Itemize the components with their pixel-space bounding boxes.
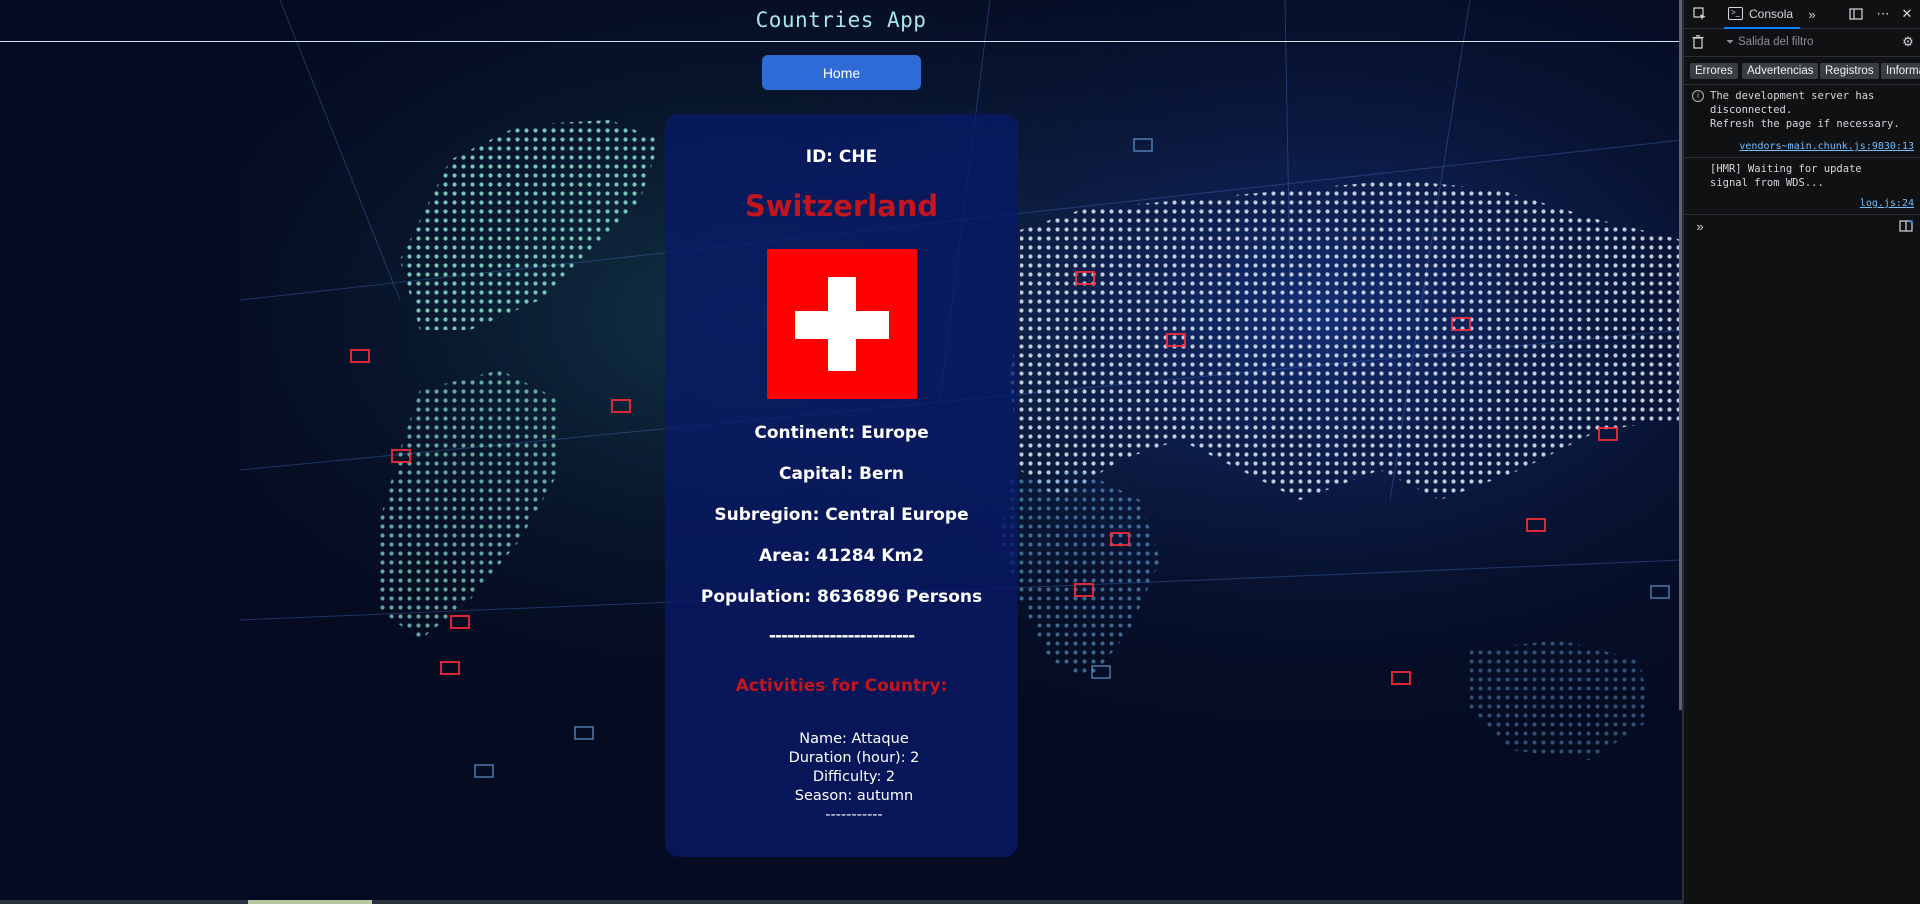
flag-cross-vertical [828, 277, 856, 371]
console-message-text: [HMR] Waiting for update signal from WDS… [1710, 163, 1862, 189]
section-divider: ------------------------ [768, 626, 915, 646]
page-viewport: Countries App Home ID: CHE Switzerland C… [0, 0, 1682, 904]
level-info-button[interactable]: Informa [1881, 63, 1920, 79]
app-title: Countries App [755, 8, 927, 32]
trash-icon[interactable] [1690, 34, 1706, 50]
activities-heading: Activities for Country: [735, 676, 948, 696]
horizontal-scrollbar[interactable] [0, 900, 1682, 904]
split-console-icon[interactable] [1898, 218, 1914, 234]
console-icon: >_ [1728, 7, 1743, 20]
console-message-source-link[interactable]: vendors~main.chunk.js:9830:13 [1739, 140, 1914, 154]
element-picker-icon[interactable] [1692, 6, 1708, 22]
activity-separator: ----------- [825, 807, 883, 823]
country-flag-image [767, 249, 917, 399]
console-level-filters: Errores Advertencias Registros Informa [1684, 57, 1920, 85]
console-message: [HMR] Waiting for update signal from WDS… [1684, 158, 1920, 215]
activity-season: Season: autumn [794, 788, 914, 804]
level-errors-button[interactable]: Errores [1690, 63, 1738, 79]
country-population: Population: 8636896 Persons [700, 587, 983, 607]
home-button[interactable]: Home [762, 55, 921, 90]
console-filter-bar: ⏷ Salida del filtro ⚙ [1684, 29, 1920, 57]
country-capital: Capital: Bern [778, 464, 905, 484]
top-navbar: Countries App [0, 0, 1682, 42]
country-id: ID: CHE [805, 147, 878, 167]
console-filter-input[interactable]: ⏷ Salida del filtro [1726, 34, 1886, 50]
level-logs-button[interactable]: Registros [1820, 63, 1879, 79]
level-warnings-button[interactable]: Advertencias [1742, 63, 1819, 79]
country-continent: Continent: Europe [754, 423, 929, 443]
country-area: Area: 41284 Km2 [758, 546, 925, 566]
tab-console-label: Consola [1749, 6, 1794, 21]
console-message: i The development server has disconnecte… [1684, 85, 1920, 158]
console-input[interactable]: » [1684, 215, 1920, 239]
filter-placeholder: Salida del filtro [1738, 36, 1814, 48]
country-subregion: Subregion: Central Europe [714, 505, 969, 525]
info-icon: i [1692, 90, 1704, 102]
dock-side-icon[interactable] [1848, 6, 1864, 22]
tab-console[interactable]: >_ Consola [1724, 0, 1800, 29]
activity-duration: Duration (hour): 2 [788, 750, 920, 766]
prompt-icon: » [1696, 218, 1704, 234]
ellipsis-icon[interactable]: ⋯ [1875, 6, 1891, 22]
filter-icon: ⏷ [1726, 36, 1734, 48]
country-detail-card: ID: CHE Switzerland Continent: Europe Ca… [665, 114, 1018, 857]
devtools-panel: >_ Consola » ⋯ ✕ ⏷ Salida del filtro ⚙ E… [1682, 0, 1920, 904]
activity-name: Name: Attaque [799, 731, 909, 747]
activity-difficulty: Difficulty: 2 [812, 769, 896, 785]
horizontal-scrollbar-thumb[interactable] [248, 900, 372, 904]
activity-item: Name: Attaque Duration (hour): 2 Difficu… [785, 730, 923, 825]
console-message-text: The development server has disconnected.… [1710, 90, 1900, 130]
close-icon[interactable]: ✕ [1899, 6, 1915, 22]
console-message-source-link[interactable]: log.js:24 [1860, 197, 1914, 211]
gear-icon[interactable]: ⚙ [1900, 34, 1916, 50]
chevron-double-right-icon[interactable]: » [1804, 6, 1820, 22]
devtools-toolbar: >_ Consola » ⋯ ✕ [1684, 0, 1920, 29]
country-name: Switzerland [744, 189, 939, 223]
